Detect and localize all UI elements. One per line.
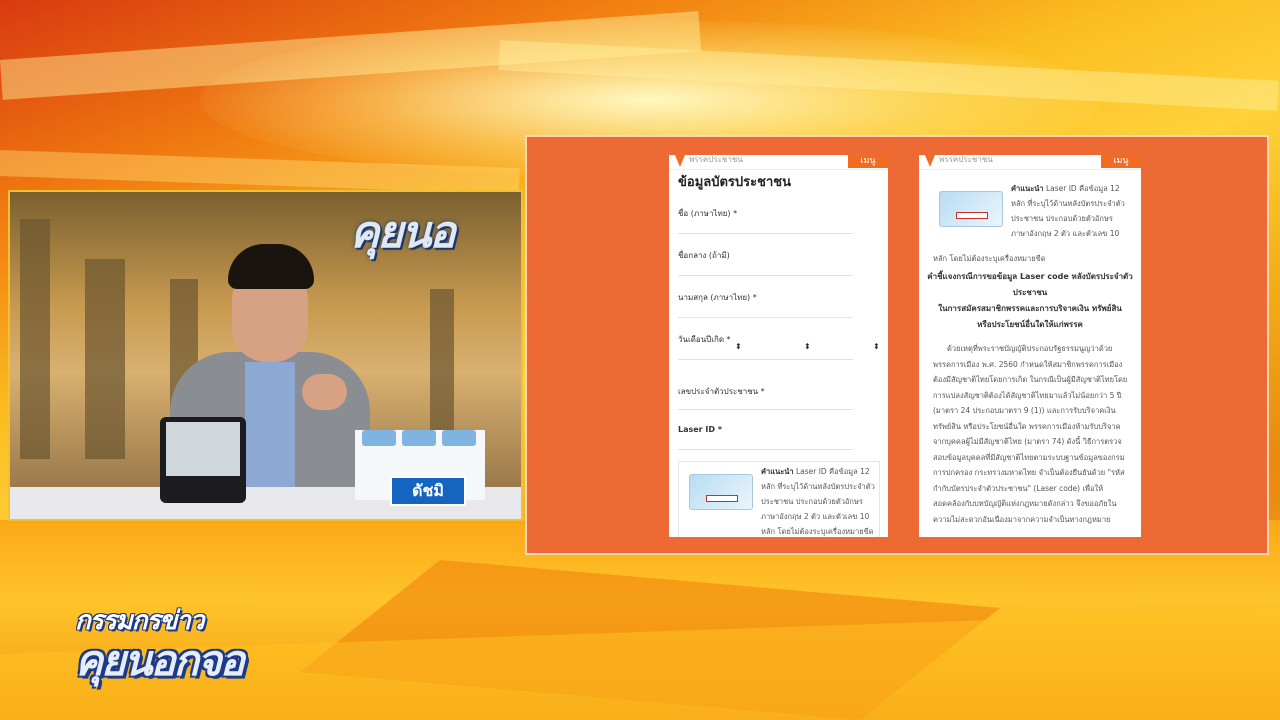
field-label-laser-id: Laser ID * <box>678 425 722 434</box>
tip-text: คำแนะนำ Laser ID คือข้อมูล 12 หลัก ที่ระ… <box>1011 181 1133 241</box>
citizen-id-input[interactable] <box>678 409 853 410</box>
yogurt-cup <box>362 430 396 446</box>
body-line: (มาตรา 24 ประกอบมาตรา 9 (1)) และการรับบร… <box>933 406 1116 415</box>
heading-line: คำชี้แจงกรณีการขอข้อมูล Laser code หลังบ… <box>927 272 1133 281</box>
middle-name-input[interactable] <box>678 275 853 276</box>
tip-line: ภาษาอังกฤษ 2 ตัว และตัวเลข 10 <box>1011 229 1120 238</box>
birthdate-select[interactable] <box>678 359 853 360</box>
site-brand: พรรคประชาชน <box>939 155 993 164</box>
phone-screenshot-explanation: พรรคประชาชน เมนู คำแนะนำ Laser ID คือข้อ… <box>919 155 1141 537</box>
heading-line: ประชาชน <box>1012 288 1048 297</box>
site-header: พรรคประชาชน เมนู <box>669 155 888 170</box>
tip-title: คำแนะนำ <box>1011 184 1044 193</box>
site-brand: พรรคประชาชน <box>689 155 743 164</box>
site-header: พรรคประชาชน เมนู <box>919 155 1141 170</box>
body-line: พรรคการเมือง พ.ศ. 2560 กำหนดให้สมาชิกพรร… <box>933 359 1123 369</box>
body-line: ความไม่สะดวกอันเนื่องมาจากความจำเป็นทางก… <box>933 514 1111 524</box>
field-label-middle-name: ชื่อกลาง (ถ้ามี) <box>678 251 730 260</box>
menu-button[interactable]: เมนู <box>848 155 888 168</box>
phone-screenshot-form: พรรคประชาชน เมนู ข้อมูลบัตรประชาชน ชื่อ … <box>669 155 888 537</box>
body-line: ต้องมีสัญชาติไทยโดยการเกิด ในกรณีเป็นผู้… <box>933 375 1128 384</box>
field-label-first-name: ชื่อ (ภาษาไทย) * <box>678 209 738 218</box>
id-card-back-image <box>939 191 1003 227</box>
body-line: จากบุคคลผู้ไม่มีสัญชาติไทย (มาตรา 74) ดั… <box>933 437 1122 446</box>
body-line: สอดคล้องกับบทบัญญัติแห่งกฎหมายดังกล่าว จ… <box>933 499 1117 508</box>
field-label-citizen-id: เลขประจำตัวประชาชน * <box>678 387 765 396</box>
laser-id-tip: คำแนะนำ Laser ID คือข้อมูล 12 หลัก ที่ระ… <box>927 177 1133 252</box>
laser-id-input[interactable] <box>678 449 853 450</box>
id-card-back-image <box>689 474 753 510</box>
party-logo-icon <box>925 155 935 167</box>
tip-line: หลัก โดยไม่ต้องระบุเครื่องหมายขีด <box>933 254 1046 263</box>
body-line: ด้วยเหตุที่พระราชบัญญัติประกอบรัฐธรรมนูญ… <box>947 344 1113 353</box>
explanation-body: ด้วยเหตุที่พระราชบัญญัติประกอบรัฐธรรมนูญ… <box>933 341 1137 527</box>
field-label-birthdate: วันเดือนปีเกิด * <box>678 335 731 344</box>
party-logo-icon <box>675 155 685 167</box>
body-line: การแปลงสัญชาติต้องได้สัญชาติไทยมาแล้วไม่… <box>933 390 1122 400</box>
tip-line: หลัก ที่ระบุไว้ด้านหลังบัตรประจำตัว <box>1011 199 1125 208</box>
city-building <box>20 219 50 459</box>
laser-code-highlight <box>956 212 988 219</box>
yogurt-cup <box>402 430 436 446</box>
tip-line: Laser ID คือข้อมูล 12 <box>1045 184 1120 193</box>
presenter-hand <box>302 374 347 410</box>
body-line: กำกับบัตรประจำตัวประชาชน" (Laser code) เ… <box>933 483 1104 493</box>
field-label-last-name: นามสกุล (ภาษาไทย) * <box>678 293 757 302</box>
month-select-icon[interactable]: ⬍ <box>804 342 811 351</box>
body-line: ทรัพย์สิน หรือประโยชน์อื่นใด พรรคการเมือ… <box>933 421 1121 431</box>
heading-line: หรือประโยชน์อื่นใดให้แก่พรรค <box>977 320 1083 329</box>
show-logo: คุยนอ <box>350 207 456 258</box>
last-name-input[interactable] <box>678 317 853 318</box>
year-select-icon[interactable]: ⬍ <box>873 342 880 351</box>
tip-line: ภาษาอังกฤษ 2 ตัว และตัวเลข 10 <box>761 512 870 521</box>
tablet-screen <box>166 422 240 476</box>
laser-code-highlight <box>706 495 738 502</box>
laser-id-tip: คำแนะนำ Laser ID คือข้อมูล 12 หลัก ที่ระ… <box>678 461 880 537</box>
yogurt-cup <box>442 430 476 446</box>
screenshot-panel: พรรคประชาชน เมนู ข้อมูลบัตรประชาชน ชื่อ … <box>525 135 1269 555</box>
tip-title: คำแนะนำ <box>761 467 794 476</box>
body-line: สอบข้อมูลบุคคลที่มีสัญชาติไทยตามระบบฐานข… <box>933 452 1125 462</box>
tip-line: ประชาชน ประกอบด้วยตัวอักษร <box>1011 214 1113 223</box>
tip-line: ประชาชน ประกอบด้วยตัวอักษร <box>761 497 863 506</box>
city-building <box>85 259 125 459</box>
day-select-icon[interactable]: ⬍ <box>735 342 742 351</box>
tip-line: หลัก โดยไม่ต้องระบุเครื่องหมายขีด <box>761 527 874 536</box>
program-title-line2: คุยนอกจอ <box>75 636 245 685</box>
tip-text: คำแนะนำ Laser ID คือข้อมูล 12 หลัก ที่ระ… <box>761 464 877 537</box>
menu-button[interactable]: เมนู <box>1101 155 1141 168</box>
explanation-heading: คำชี้แจงกรณีการขอข้อมูล Laser code หลังบ… <box>925 269 1135 333</box>
body-line: การปกครอง กระทรวงมหาดไทย จำเป็นต้องยืนยั… <box>933 468 1125 477</box>
heading-line: ในการสมัครสมาชิกพรรคและการบริจาคเงิน ทรั… <box>938 304 1122 313</box>
presenter-hair <box>228 244 314 289</box>
sponsor-logo: ดัชมิ <box>390 476 466 506</box>
studio-video-frame: คุยนอ ดัชมิ <box>8 190 523 521</box>
tip-line: หลัก ที่ระบุไว้ด้านหลังบัตรประจำตัว <box>761 482 875 491</box>
form-title: ข้อมูลบัตรประชาชน <box>678 175 791 190</box>
tip-line: Laser ID คือข้อมูล 12 <box>795 467 870 476</box>
first-name-input[interactable] <box>678 233 853 234</box>
